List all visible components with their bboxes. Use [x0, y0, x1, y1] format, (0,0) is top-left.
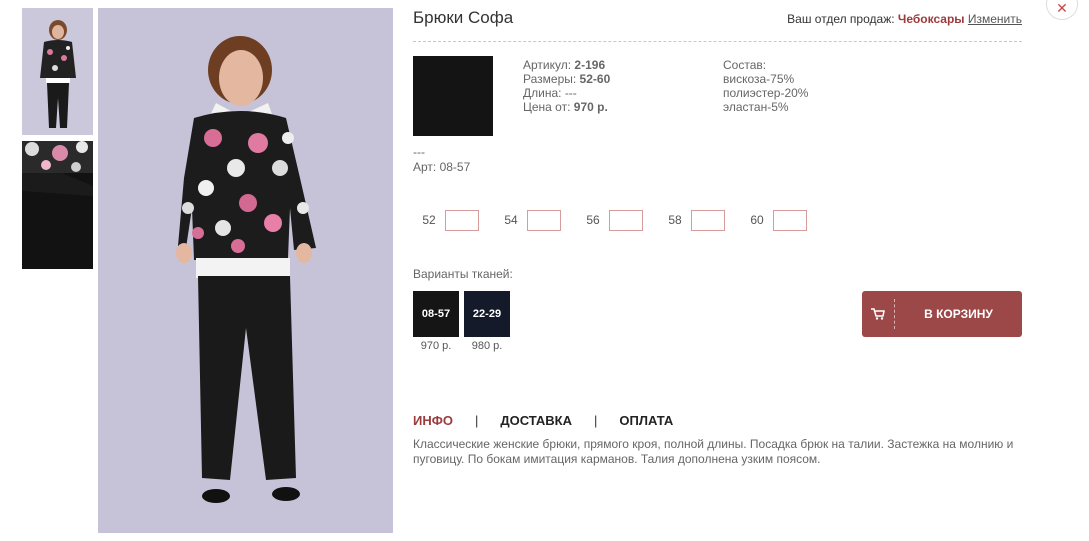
thumbnail-fabric[interactable]: [22, 141, 93, 269]
tab-info[interactable]: ИНФО: [413, 413, 453, 428]
cart-icon: [862, 291, 894, 337]
tab-separator: |: [474, 413, 479, 428]
thumbnail-fabric-image: [22, 141, 93, 269]
variant-swatch-08-57[interactable]: 08-57: [413, 291, 459, 337]
size-item: 56: [577, 209, 643, 231]
size-label: 54: [504, 213, 518, 227]
sizes-label: Размеры:: [523, 72, 577, 86]
fabric-dash: ---: [413, 145, 425, 159]
change-city-link[interactable]: Изменить: [968, 12, 1022, 26]
add-to-cart-button[interactable]: В КОРЗИНУ: [862, 291, 1022, 337]
composition-item: вискоза-75%: [723, 72, 795, 86]
variants-label: Варианты тканей:: [413, 267, 513, 281]
price-value: 970 р.: [573, 100, 608, 114]
product-description: Классические женские брюки, прямого кроя…: [413, 437, 1014, 466]
cart-button-label: В КОРЗИНУ: [924, 307, 993, 321]
length-label: Длина:: [523, 86, 562, 100]
main-product-photo[interactable]: [98, 8, 393, 533]
composition-item: эластан-5%: [723, 100, 789, 114]
product-title: Брюки Софа: [413, 8, 514, 27]
size-label: 56: [586, 213, 600, 227]
price-label: Цена от:: [523, 100, 571, 114]
size-item: 52: [413, 209, 479, 231]
article-label: Артикул:: [523, 58, 572, 72]
variant-swatch-22-29[interactable]: 22-29: [464, 291, 510, 337]
composition-label: Состав:: [723, 58, 767, 72]
tab-delivery[interactable]: ДОСТАВКА: [500, 413, 572, 428]
article-value: 2-196: [574, 58, 606, 72]
close-icon[interactable]: ✕: [1046, 0, 1078, 20]
divider: [413, 41, 1022, 42]
sizes-value: 52-60: [579, 72, 611, 86]
composition-item: полиэстер-20%: [723, 86, 809, 100]
size-item: 58: [659, 209, 725, 231]
tab-payment[interactable]: ОПЛАТА: [619, 413, 673, 428]
sales-department: Ваш отдел продаж: Чебоксары Изменить: [787, 12, 1022, 26]
fabric-swatch: [413, 56, 493, 136]
length-value: ---: [564, 86, 577, 100]
size-quantity-input-58[interactable]: [691, 209, 725, 231]
model-image: [98, 8, 393, 533]
thumbnail-full-image: [22, 8, 93, 135]
tab-separator: |: [594, 413, 598, 428]
size-quantity-inputs: 52 54 56 58 60: [413, 208, 823, 232]
size-quantity-input-52[interactable]: [445, 209, 479, 231]
size-quantity-input-56[interactable]: [609, 209, 643, 231]
size-label: 60: [750, 213, 764, 227]
size-item: 60: [741, 209, 807, 231]
size-quantity-input-54[interactable]: [527, 209, 561, 231]
info-tabs: ИНФО | ДОСТАВКА | ОПЛАТА: [413, 413, 673, 428]
size-item: 54: [495, 209, 561, 231]
size-label: 52: [422, 213, 436, 227]
sales-prefix: Ваш отдел продаж:: [787, 12, 895, 26]
fabric-article: Арт: 08-57: [413, 160, 471, 174]
product-info: Артикул: 2-196 Размеры: 52-60 Длина: ---…: [523, 58, 610, 114]
size-quantity-input-60[interactable]: [773, 209, 807, 231]
size-label: 58: [668, 213, 682, 227]
thumbnail-full[interactable]: [22, 8, 93, 135]
variant-price: 970 р.: [420, 340, 452, 352]
variant-price: 980 р.: [471, 340, 503, 352]
sales-city: Чебоксары: [897, 12, 965, 26]
composition: Состав: вискоза-75% полиэстер-20% эласта…: [723, 58, 808, 114]
